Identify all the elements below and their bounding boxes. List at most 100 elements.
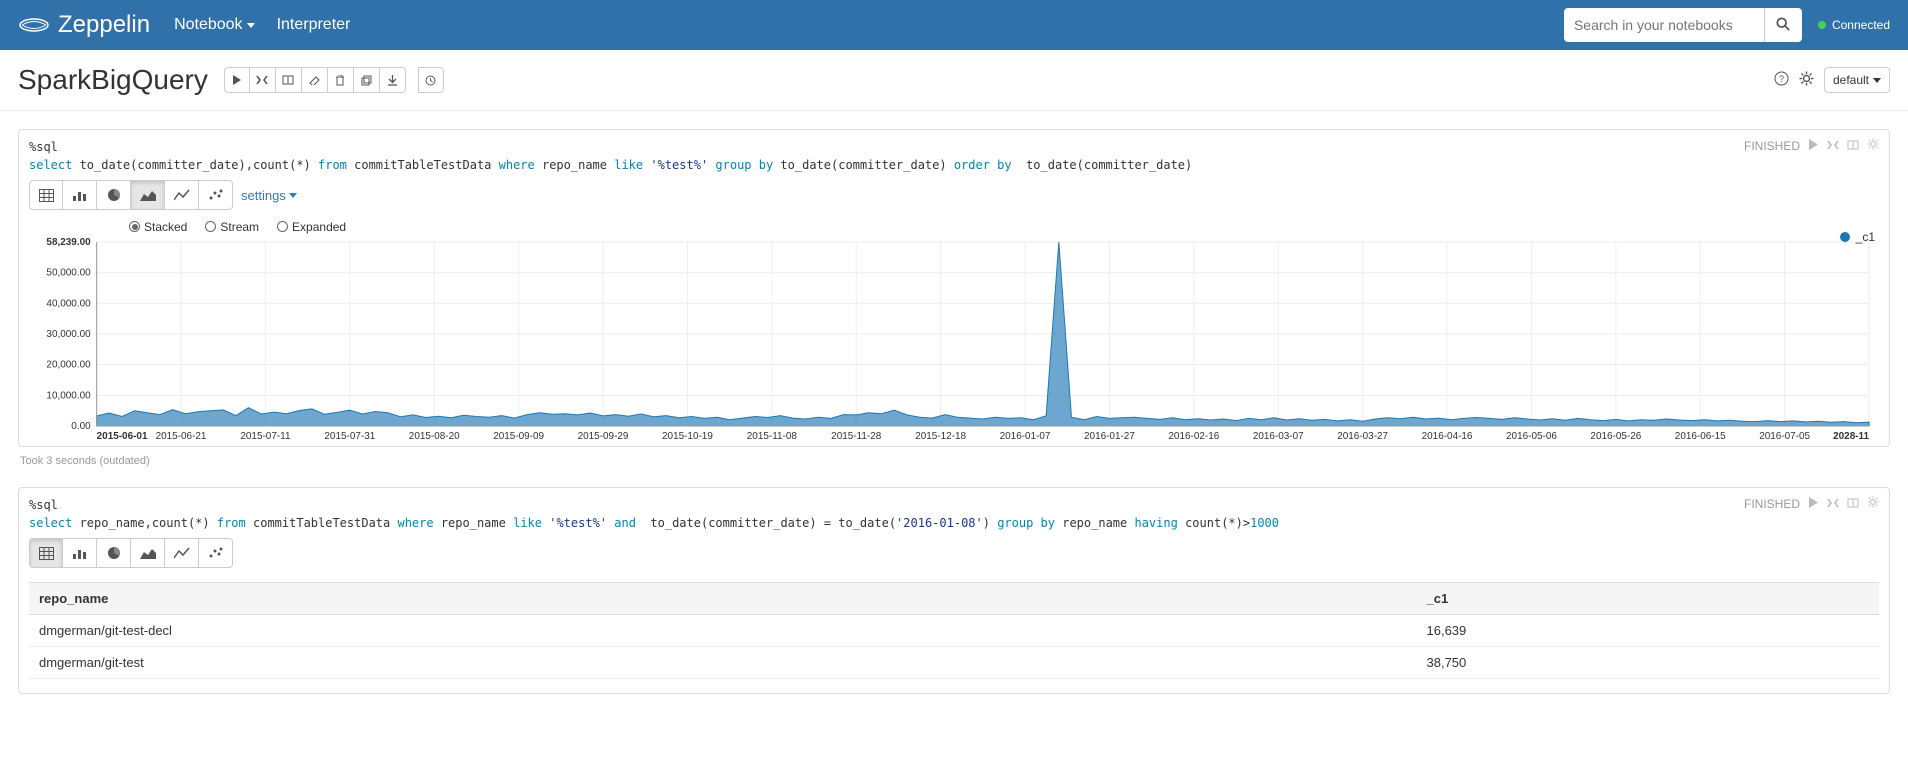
vis-line-button[interactable]	[165, 180, 199, 210]
book-icon	[1847, 140, 1859, 150]
legend-dot-icon	[1840, 232, 1850, 242]
clear-output-button[interactable]	[302, 67, 328, 93]
interpreter-binding-button[interactable]	[1799, 71, 1814, 89]
show-hide-code-button[interactable]	[250, 67, 276, 93]
vis-table-button[interactable]	[29, 538, 63, 568]
search-button[interactable]	[1764, 8, 1802, 42]
expand-icon	[1827, 498, 1839, 508]
hide-editor-button[interactable]	[1827, 139, 1839, 153]
radio-icon	[205, 221, 216, 232]
gear-icon	[1799, 71, 1814, 86]
cell-c1: 38,750	[1417, 647, 1880, 679]
vis-bar-button[interactable]	[63, 538, 97, 568]
vis-table-button[interactable]	[29, 180, 63, 210]
code-editor-2[interactable]: %sql select repo_name,count(*) from comm…	[29, 496, 1744, 532]
copy-icon	[361, 75, 372, 86]
vis-line-button[interactable]	[165, 538, 199, 568]
svg-text:2015-11-08: 2015-11-08	[747, 431, 798, 442]
trash-icon	[335, 75, 345, 86]
result-table: repo_name _c1 dmgerman/git-test-decl16,6…	[29, 582, 1879, 679]
brand-text: Zeppelin	[58, 11, 150, 39]
hide-output-button[interactable]	[1847, 497, 1859, 511]
run-paragraph-button[interactable]	[1808, 497, 1819, 511]
notebook-actions	[224, 67, 406, 93]
run-all-button[interactable]	[224, 67, 250, 93]
table-icon	[39, 547, 54, 560]
scheduler-group	[418, 67, 444, 93]
chart-svg: 0.0010,000.0020,000.0030,000.0040,000.00…	[29, 236, 1879, 446]
svg-text:2028-11: 2028-11	[1833, 431, 1869, 442]
chart-settings-link[interactable]: settings	[241, 188, 297, 203]
vis-scatter-button[interactable]	[199, 538, 233, 568]
stack-option-expanded[interactable]: Expanded	[277, 220, 346, 234]
scheduler-button[interactable]	[418, 67, 444, 93]
table-icon	[39, 189, 54, 202]
status-dot-icon	[1818, 21, 1826, 29]
area-chart-icon	[140, 189, 156, 202]
paragraph-controls-2: FINISHED	[1744, 496, 1879, 511]
book-icon	[1847, 498, 1859, 508]
vis-pie-button[interactable]	[97, 180, 131, 210]
svg-text:2015-09-09: 2015-09-09	[493, 431, 544, 442]
stack-option-stream[interactable]: Stream	[205, 220, 259, 234]
svg-text:2016-02-16: 2016-02-16	[1168, 431, 1219, 442]
code-editor-1[interactable]: %sql select to_date(committer_date),coun…	[29, 138, 1744, 174]
svg-text:10,000.00: 10,000.00	[46, 390, 91, 401]
vis-area-button[interactable]	[131, 180, 165, 210]
run-paragraph-button[interactable]	[1808, 139, 1819, 153]
svg-text:2016-05-26: 2016-05-26	[1590, 431, 1641, 442]
paragraph-2: %sql select repo_name,count(*) from comm…	[18, 487, 1890, 694]
paragraph-1: %sql select to_date(committer_date),coun…	[18, 129, 1890, 447]
vis-pie-button[interactable]	[97, 538, 131, 568]
settings-label: settings	[241, 188, 286, 203]
visualization-selector-2	[19, 532, 1889, 574]
svg-text:30,000.00: 30,000.00	[46, 329, 91, 340]
vis-scatter-button[interactable]	[199, 180, 233, 210]
paragraph-footer-1: Took 3 seconds (outdated)	[18, 447, 1890, 469]
col-header-c1[interactable]: _c1	[1417, 583, 1880, 615]
brand[interactable]: Zeppelin	[18, 11, 150, 39]
mode-selector[interactable]: default	[1824, 67, 1890, 93]
notebook-body: %sql select to_date(committer_date),coun…	[0, 129, 1908, 734]
bar-chart-icon	[72, 189, 87, 202]
connection-label: Connected	[1832, 18, 1890, 32]
vis-bar-button[interactable]	[63, 180, 97, 210]
svg-text:40,000.00: 40,000.00	[46, 298, 91, 309]
stack-option-stacked[interactable]: Stacked	[129, 220, 187, 234]
svg-text:2016-05-06: 2016-05-06	[1506, 431, 1557, 442]
navbar: Zeppelin Notebook Interpreter Connected	[0, 0, 1908, 50]
nav-notebook[interactable]: Notebook	[174, 16, 255, 34]
col-header-repo[interactable]: repo_name	[29, 583, 1417, 615]
clone-notebook-button[interactable]	[354, 67, 380, 93]
table-row: dmgerman/git-test38,750	[29, 647, 1879, 679]
svg-text:2016-06-15: 2016-06-15	[1675, 431, 1726, 442]
scatter-chart-icon	[208, 189, 223, 202]
paragraph-settings-button[interactable]	[1867, 496, 1879, 511]
svg-text:2016-04-16: 2016-04-16	[1422, 431, 1473, 442]
pie-chart-icon	[107, 188, 121, 202]
notebook-title[interactable]: SparkBigQuery	[18, 64, 208, 96]
search-wrap	[1564, 8, 1802, 42]
expand-icon	[1827, 140, 1839, 150]
cell-repo: dmgerman/git-test-decl	[29, 615, 1417, 647]
radio-icon	[129, 221, 140, 232]
delete-notebook-button[interactable]	[328, 67, 354, 93]
table-row: dmgerman/git-test-decl16,639	[29, 615, 1879, 647]
shortcuts-button[interactable]: ?	[1774, 71, 1789, 89]
keyboard-icon: ?	[1774, 71, 1789, 86]
export-notebook-button[interactable]	[380, 67, 406, 93]
show-hide-output-button[interactable]	[276, 67, 302, 93]
svg-text:2016-03-07: 2016-03-07	[1253, 431, 1304, 442]
mode-label: default	[1833, 73, 1869, 87]
nav-interpreter[interactable]: Interpreter	[277, 16, 351, 34]
search-input[interactable]	[1564, 8, 1764, 42]
cell-repo: dmgerman/git-test	[29, 647, 1417, 679]
svg-text:50,000.00: 50,000.00	[46, 268, 91, 279]
chart-legend: _c1	[1840, 230, 1875, 244]
hide-editor-button[interactable]	[1827, 497, 1839, 511]
titlebar: SparkBigQuery ? default	[0, 50, 1908, 111]
download-icon	[387, 75, 398, 86]
paragraph-settings-button[interactable]	[1867, 138, 1879, 153]
hide-output-button[interactable]	[1847, 139, 1859, 153]
vis-area-button[interactable]	[131, 538, 165, 568]
